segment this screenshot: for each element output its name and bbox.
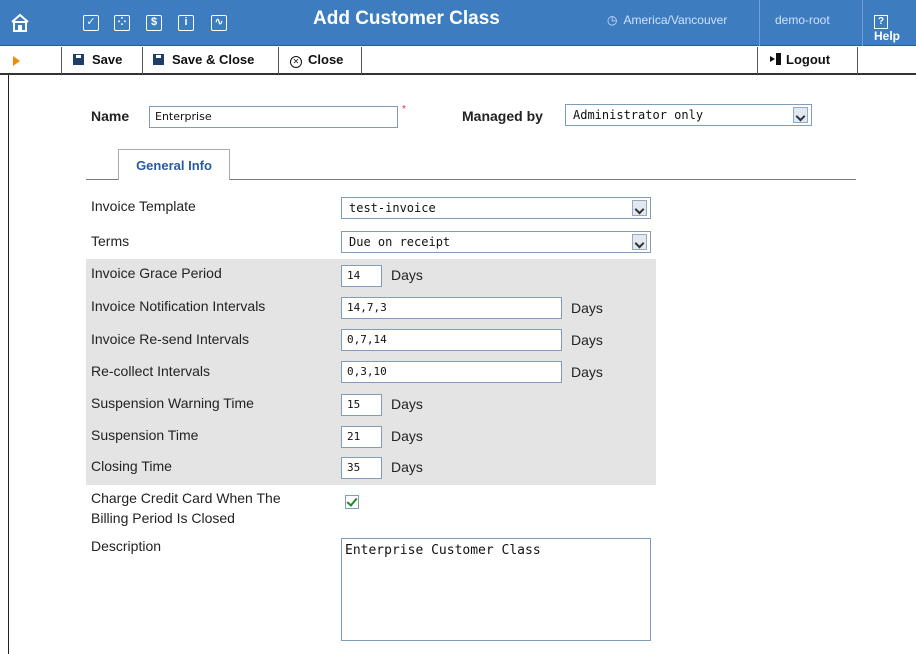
managed-by-select[interactable]: Administrator only	[565, 104, 812, 126]
name-input[interactable]: Enterprise	[149, 106, 398, 128]
days-unit: Days	[571, 300, 603, 316]
invoice-template-value: test-invoice	[349, 201, 436, 215]
help-text: Help	[874, 29, 901, 43]
chart-icon[interactable]: ∿	[211, 15, 227, 31]
notification-intervals-input[interactable]: 14,7,3	[341, 297, 562, 319]
toolbar-divider	[857, 47, 858, 74]
invoice-template-select[interactable]: test-invoice	[341, 197, 651, 219]
description-label: Description	[91, 538, 162, 554]
expand-arrow-icon[interactable]	[13, 56, 20, 66]
suspension-warning-label: Suspension Warning Time	[91, 395, 254, 411]
days-unit: Days	[391, 396, 423, 412]
page-title: Add Customer Class	[313, 8, 500, 29]
closing-time-label: Closing Time	[91, 458, 172, 474]
days-unit: Days	[391, 267, 423, 283]
help-icon: ?	[874, 15, 888, 29]
top-header-bar: ✓ ⁘ $ i ∿ Add Customer Class ◷ America/Va…	[0, 0, 916, 46]
grace-period-label: Invoice Grace Period	[91, 265, 222, 281]
header-divider	[862, 0, 863, 46]
action-toolbar: Save Save & Close ✕ Close Logout	[0, 47, 916, 75]
recollect-intervals-input[interactable]: 0,3,10	[341, 361, 562, 383]
logout-label: Logout	[786, 52, 831, 67]
info-icon[interactable]: i	[178, 15, 194, 31]
toolbar-divider	[757, 47, 758, 74]
content-border-left	[8, 75, 9, 654]
resend-intervals-input[interactable]: 0,7,14	[341, 329, 562, 351]
toolbar-divider	[142, 47, 143, 74]
charge-card-label-line2: Billing Period Is Closed	[91, 510, 235, 526]
help-link[interactable]: ?Help	[874, 13, 916, 43]
managed-by-value: Administrator only	[573, 108, 704, 122]
name-label: Name	[91, 108, 130, 124]
logout-icon	[770, 53, 782, 65]
floppy-icon	[73, 54, 84, 65]
days-unit: Days	[571, 364, 603, 380]
closing-time-input[interactable]: 35	[341, 457, 382, 479]
suspension-warning-input[interactable]: 15	[341, 394, 382, 416]
invoice-template-label: Invoice Template	[91, 198, 196, 214]
terms-value: Due on receipt	[349, 235, 451, 249]
save-close-label: Save & Close	[172, 52, 255, 67]
toolbar-divider	[361, 47, 362, 74]
chevron-down-icon	[632, 200, 647, 216]
close-icon: ✕	[290, 56, 302, 68]
header-divider	[759, 0, 760, 46]
tab-gap	[119, 179, 229, 180]
dollar-icon[interactable]: $	[146, 15, 162, 31]
resend-intervals-label: Invoice Re-send Intervals	[91, 331, 249, 347]
tab-general-info[interactable]: General Info	[118, 149, 230, 180]
chevron-down-icon	[632, 234, 647, 250]
chevron-down-icon	[793, 107, 808, 123]
home-icon[interactable]	[10, 12, 30, 34]
timezone-link[interactable]: ◷ America/Vancouver	[607, 13, 727, 27]
grid-icon[interactable]: ⁘	[114, 15, 130, 31]
close-button[interactable]: ✕ Close	[290, 52, 343, 68]
description-textarea[interactable]: Enterprise Customer Class	[341, 538, 651, 641]
terms-select[interactable]: Due on receipt	[341, 231, 651, 253]
days-unit: Days	[571, 332, 603, 348]
terms-label: Terms	[91, 233, 130, 249]
user-link[interactable]: demo-root	[775, 13, 830, 27]
timezone-text: America/Vancouver	[623, 13, 728, 27]
clock-icon: ◷	[607, 13, 618, 27]
suspension-time-input[interactable]: 21	[341, 426, 382, 448]
notification-intervals-label: Invoice Notification Intervals	[91, 298, 266, 314]
days-unit: Days	[391, 459, 423, 475]
toolbar-divider	[61, 47, 62, 74]
save-close-button[interactable]: Save & Close	[153, 52, 254, 67]
logout-button[interactable]: Logout	[770, 52, 830, 67]
close-label: Close	[308, 52, 344, 67]
checklist-icon[interactable]: ✓	[83, 15, 99, 31]
grace-period-input[interactable]: 14	[341, 265, 382, 287]
managed-by-label: Managed by	[462, 108, 543, 124]
suspension-time-label: Suspension Time	[91, 427, 199, 443]
floppy-icon	[153, 54, 164, 65]
toolbar-divider	[278, 47, 279, 74]
save-button[interactable]: Save	[73, 52, 122, 67]
recollect-intervals-label: Re-collect Intervals	[91, 363, 211, 379]
charge-card-checkbox[interactable]	[345, 495, 359, 509]
charge-card-label-line1: Charge Credit Card When The	[91, 490, 281, 506]
days-unit: Days	[391, 428, 423, 444]
required-marker: *	[402, 104, 406, 115]
save-label: Save	[92, 52, 123, 67]
